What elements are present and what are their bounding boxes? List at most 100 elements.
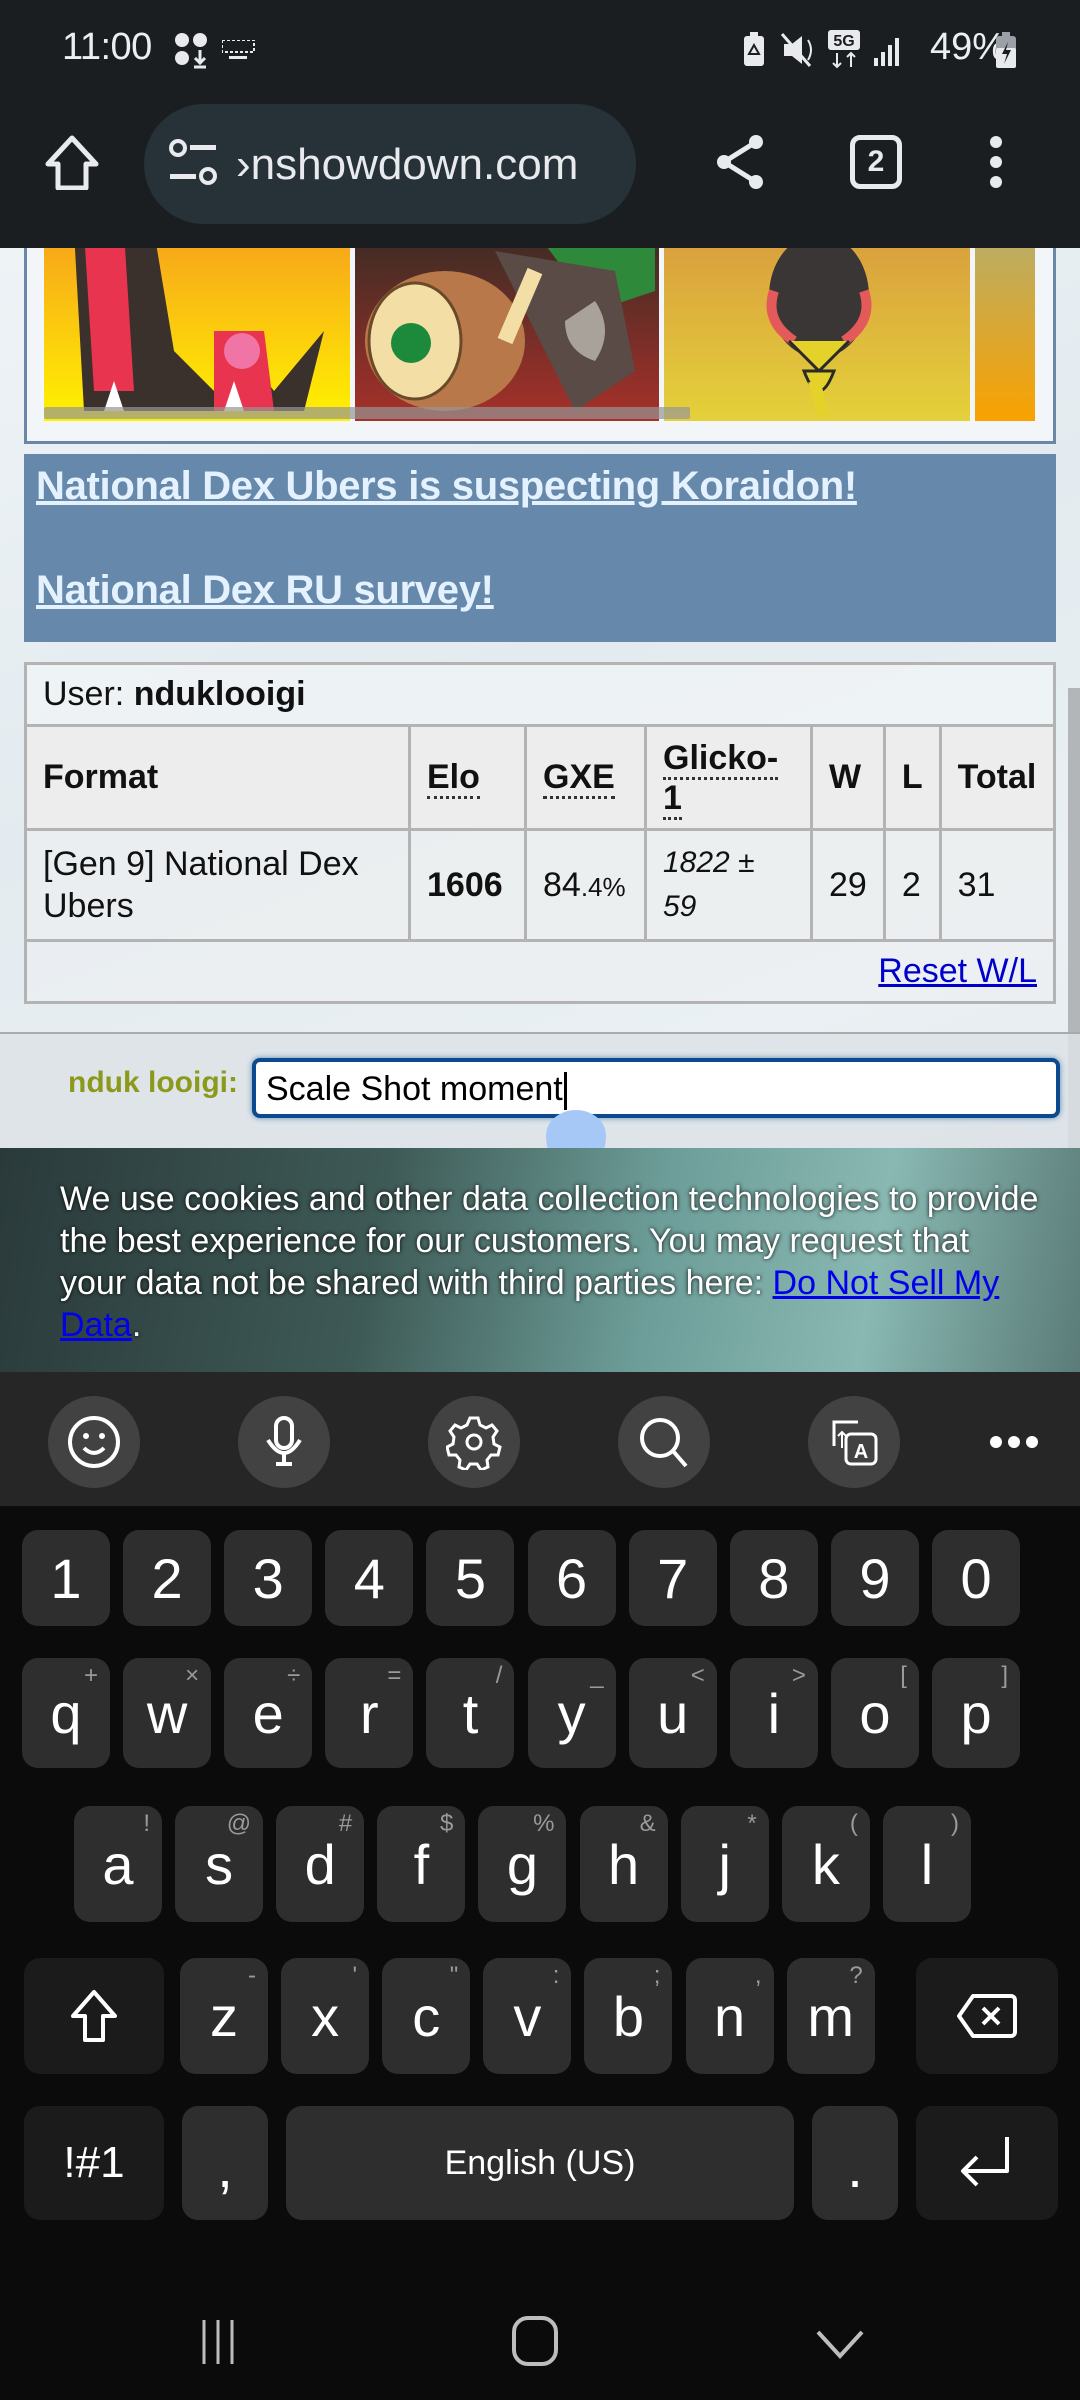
period-key[interactable]: . [812, 2106, 898, 2220]
key-0[interactable]: 0 [932, 1530, 1021, 1626]
key-1[interactable]: 1 [22, 1530, 110, 1626]
key-8[interactable]: 8 [729, 1530, 818, 1626]
tab-switcher-button[interactable]: 2 [840, 126, 912, 198]
translate-button[interactable]: A [808, 1396, 900, 1488]
key-b[interactable]: b; [584, 1958, 673, 2074]
horizontal-scrollbar[interactable] [44, 407, 690, 419]
recents-icon [202, 2320, 234, 2364]
key-hint: - [248, 1962, 256, 1989]
key-7[interactable]: 7 [628, 1530, 717, 1626]
key-i[interactable]: i > [729, 1658, 818, 1768]
key-label: d [304, 1832, 336, 1896]
key-5[interactable]: 5 [426, 1530, 515, 1626]
reset-row: Reset W/L [24, 939, 1056, 1004]
notification-dots-icon [175, 33, 207, 69]
share-button[interactable] [704, 126, 776, 198]
key-x[interactable]: x ' [281, 1958, 370, 2074]
chat-input[interactable]: Scale Shot moment [252, 1058, 1060, 1118]
key-2[interactable]: 2 [123, 1530, 212, 1626]
cell-format: [Gen 9] National Dex Ubers [24, 828, 411, 942]
announcement-link-ru-survey[interactable]: National Dex RU survey! [36, 568, 494, 613]
key-d[interactable]: d # [276, 1806, 365, 1922]
keyboard-settings-button[interactable] [428, 1396, 520, 1488]
home-circle-icon [512, 2316, 558, 2366]
key-4[interactable]: 4 [325, 1530, 414, 1626]
emoji-button[interactable] [48, 1396, 140, 1488]
key-label: i [767, 1681, 781, 1745]
nav-home-button[interactable] [508, 2314, 564, 2370]
backspace-key[interactable] [916, 1958, 1058, 2074]
key-label: 1 [50, 1546, 82, 1610]
5g-data-icon: 5G [828, 30, 860, 69]
key-k[interactable]: k( [781, 1806, 870, 1922]
key-z[interactable]: z- [180, 1958, 268, 2074]
header-row: Format Elo GXE Glicko-1 W L Total [24, 724, 1057, 831]
chat-username: nduk looigi: [68, 1066, 238, 1099]
key-n[interactable]: n, [685, 1958, 774, 2074]
col-gxe[interactable]: GXE [524, 724, 647, 831]
key-label: p [960, 1681, 992, 1745]
keyboard-search-button[interactable] [618, 1396, 710, 1488]
key-v[interactable]: v: [483, 1958, 572, 2074]
col-total: Total [938, 724, 1057, 831]
key-l[interactable]: l) [882, 1806, 971, 1922]
key-label: y [557, 1681, 586, 1745]
announcement-link-koraidon[interactable]: National Dex Ubers is suspecting Koraido… [36, 464, 857, 509]
key-hint: , [754, 1962, 762, 1989]
key-hint: [ [900, 1662, 907, 1689]
text-caret [563, 1072, 567, 1111]
key-c[interactable]: c " [382, 1958, 471, 2074]
key-g[interactable]: g% [478, 1806, 567, 1922]
key-hint: ) [950, 1810, 959, 1837]
key-y[interactable]: y _ [527, 1658, 616, 1768]
menu-button[interactable] [960, 126, 1032, 198]
symbols-key[interactable]: !#1 [24, 2106, 164, 2220]
key-e[interactable]: e ÷ [224, 1658, 313, 1768]
key-9[interactable]: 9 [830, 1530, 919, 1626]
key-m[interactable]: m? [786, 1958, 875, 2074]
key-h[interactable]: h & [579, 1806, 668, 1922]
share-icon [717, 135, 763, 189]
key-a[interactable]: a! [74, 1806, 162, 1922]
key-6[interactable]: 6 [527, 1530, 616, 1626]
keyboard-icon [222, 40, 255, 59]
recents-button[interactable] [196, 2316, 240, 2376]
site-settings-icon[interactable] [166, 138, 222, 190]
more-vert-icon [990, 136, 1002, 188]
mute-vibrate-icon [780, 33, 812, 67]
key-u[interactable]: u < [628, 1658, 717, 1768]
key-j[interactable]: j * [680, 1806, 769, 1922]
col-elo[interactable]: Elo [408, 724, 527, 831]
space-key[interactable]: English (US) [286, 2106, 794, 2220]
comma-key[interactable]: , [182, 2106, 268, 2220]
key-3[interactable]: 3 [224, 1530, 313, 1626]
home-button[interactable] [36, 126, 108, 198]
enter-key[interactable] [916, 2106, 1058, 2220]
key-f[interactable]: f $ [377, 1806, 466, 1922]
voice-input-button[interactable] [238, 1396, 330, 1488]
reset-wl-link[interactable]: Reset W/L [878, 952, 1037, 990]
col-glicko[interactable]: Glicko-1 [644, 724, 813, 831]
key-s[interactable]: s @ [175, 1806, 264, 1922]
hide-keyboard-button[interactable] [810, 2324, 870, 2364]
key-p[interactable]: p] [932, 1658, 1021, 1768]
key-w[interactable]: w × [123, 1658, 212, 1768]
more-tools-button[interactable] [984, 1422, 1044, 1462]
key-hint: ! [143, 1810, 150, 1837]
key-r[interactable]: r = [325, 1658, 414, 1768]
address-bar[interactable]: ›nshowdown.com [144, 104, 636, 224]
cell-total: 31 [938, 828, 1057, 942]
key-label: m [807, 1984, 855, 2048]
shift-key[interactable] [24, 1958, 164, 2074]
chevron-down-icon [816, 2330, 864, 2359]
key-label: a [102, 1832, 134, 1896]
key-label: 8 [758, 1546, 790, 1610]
key-t[interactable]: t / [426, 1658, 515, 1768]
key-hint: : [552, 1962, 560, 1989]
key-q[interactable]: q + [22, 1658, 110, 1768]
key-o[interactable]: o[ [830, 1658, 919, 1768]
key-label: k [811, 1832, 840, 1896]
sprite-primal-groudon [44, 248, 350, 421]
key-hint: ' [352, 1962, 358, 1989]
col-losses: L [882, 724, 942, 831]
